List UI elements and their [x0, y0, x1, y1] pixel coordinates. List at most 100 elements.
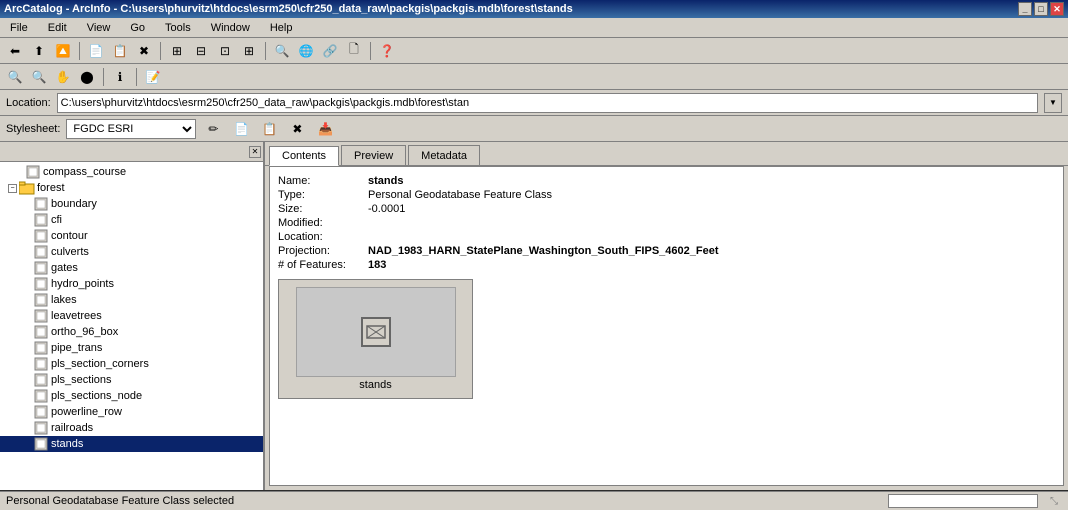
forward-button[interactable]: ⬆ [28, 40, 50, 62]
delete-button[interactable]: ✖ [133, 40, 155, 62]
tree-node-railroads[interactable]: railroads [0, 420, 263, 436]
icon-gates [33, 260, 49, 276]
zoom-in-button[interactable]: 🔍 [4, 66, 26, 88]
minimize-button[interactable]: _ [1018, 2, 1032, 16]
sep3 [265, 42, 266, 60]
tree-node-boundary[interactable]: boundary [0, 196, 263, 212]
metadata-button[interactable]: 📝 [142, 66, 164, 88]
btn-a[interactable]: ⊞ [166, 40, 188, 62]
icon-pls_sections [33, 372, 49, 388]
pan-button[interactable]: ✋ [52, 66, 74, 88]
expander-forest[interactable]: − [8, 184, 17, 193]
icon-leavetrees [33, 308, 49, 324]
icon-stands [33, 436, 49, 452]
copy-button[interactable]: 📄 [85, 40, 107, 62]
icon-cfi [33, 212, 49, 228]
icon-railroads [33, 420, 49, 436]
toolbar-1: ⬅ ⬆ 🔼 📄 📋 ✖ ⊞ ⊟ ⊡ ⊞ 🔍 🌐 🔗 🗋 ❓ [0, 38, 1068, 64]
meta-size-row: Size: -0.0001 [278, 203, 1055, 215]
stylesheet-edit-button[interactable]: ✏ [202, 119, 224, 139]
globe-button[interactable]: 🌐 [295, 40, 317, 62]
tree-node-pls_sections_node[interactable]: pls_sections_node [0, 388, 263, 404]
tree-node-forest[interactable]: −forest [0, 180, 263, 196]
close-button[interactable]: ✕ [1050, 2, 1064, 16]
tree-node-powerline_row[interactable]: powerline_row [0, 404, 263, 420]
tree-node-ortho_96_box[interactable]: ortho_96_box [0, 324, 263, 340]
resize-grip[interactable]: ⤡ [1046, 493, 1062, 509]
stylesheet-import-button[interactable]: 📥 [314, 119, 336, 139]
maximize-button[interactable]: □ [1034, 2, 1048, 16]
stylesheet-copy-button[interactable]: 📋 [258, 119, 280, 139]
menu-item-tools[interactable]: Tools [159, 20, 197, 36]
full-extent-button[interactable]: ⬤ [76, 66, 98, 88]
back-button[interactable]: ⬅ [4, 40, 26, 62]
tab-metadata[interactable]: Metadata [408, 145, 480, 165]
location-input[interactable] [57, 93, 1038, 113]
btn-c[interactable]: ⊡ [214, 40, 236, 62]
menu-item-window[interactable]: Window [205, 20, 256, 36]
tab-contents[interactable]: Contents [269, 146, 339, 166]
meta-modified-label: Modified: [278, 217, 368, 229]
help-button[interactable]: ❓ [376, 40, 398, 62]
icon-powerline_row [33, 404, 49, 420]
zoom-out-button[interactable]: 🔍 [28, 66, 50, 88]
tree-node-pipe_trans[interactable]: pipe_trans [0, 340, 263, 356]
paste-button[interactable]: 📋 [109, 40, 131, 62]
preview-label: stands [359, 379, 391, 391]
tree-node-compass_course[interactable]: compass_course [0, 164, 263, 180]
tab-preview[interactable]: Preview [341, 145, 406, 165]
stylesheet-delete-button[interactable]: ✖ [286, 119, 308, 139]
tree-node-pls_section_corners[interactable]: pls_section_corners [0, 356, 263, 372]
tree-node-leavetrees[interactable]: leavetrees [0, 308, 263, 324]
menu-item-file[interactable]: File [4, 20, 34, 36]
search-button[interactable]: 🔍 [271, 40, 293, 62]
icon-lakes [33, 292, 49, 308]
label-pls_section_corners: pls_section_corners [51, 358, 149, 370]
up-button[interactable]: 🔼 [52, 40, 74, 62]
label-powerline_row: powerline_row [51, 406, 122, 418]
icon-pipe_trans [33, 340, 49, 356]
sep5 [103, 68, 104, 86]
sep1 [79, 42, 80, 60]
menu-item-go[interactable]: Go [124, 20, 151, 36]
location-dropdown-button[interactable]: ▼ [1044, 93, 1062, 113]
identify-button[interactable]: ℹ [109, 66, 131, 88]
tree-node-contour[interactable]: contour [0, 228, 263, 244]
stylesheet-bar: Stylesheet: FGDC ESRI ✏ 📄 📋 ✖ 📥 [0, 116, 1068, 142]
tabs-bar: Contents Preview Metadata [265, 142, 1068, 166]
label-pipe_trans: pipe_trans [51, 342, 102, 354]
stylesheet-select[interactable]: FGDC ESRI [66, 119, 196, 139]
preview-thumbnail [296, 287, 456, 377]
tree-close-button[interactable]: ✕ [249, 146, 261, 158]
metadata-table: Name: stands Type: Personal Geodatabase … [278, 175, 1055, 271]
tree-node-stands[interactable]: stands [0, 436, 263, 452]
tree-panel-header: ✕ [0, 142, 263, 162]
tree-node-gates[interactable]: gates [0, 260, 263, 276]
sep6 [136, 68, 137, 86]
label-lakes: lakes [51, 294, 77, 306]
connect-button[interactable]: 🔗 [319, 40, 341, 62]
stylesheet-label: Stylesheet: [6, 123, 60, 135]
tree-node-hydro_points[interactable]: hydro_points [0, 276, 263, 292]
tree-node-pls_sections[interactable]: pls_sections [0, 372, 263, 388]
preview-placeholder-icon [361, 317, 391, 347]
meta-name-label: Name: [278, 175, 368, 187]
meta-size-value: -0.0001 [368, 203, 405, 215]
tree-node-cfi[interactable]: cfi [0, 212, 263, 228]
icon-pls_sections_node [33, 388, 49, 404]
meta-type-value: Personal Geodatabase Feature Class [368, 189, 552, 201]
menu-item-help[interactable]: Help [264, 20, 299, 36]
tree-node-culverts[interactable]: culverts [0, 244, 263, 260]
box-button[interactable]: 🗋 [343, 40, 365, 62]
menu-item-edit[interactable]: Edit [42, 20, 73, 36]
tree-node-lakes[interactable]: lakes [0, 292, 263, 308]
label-ortho_96_box: ortho_96_box [51, 326, 118, 338]
sep4 [370, 42, 371, 60]
stylesheet-new-button[interactable]: 📄 [230, 119, 252, 139]
btn-d[interactable]: ⊞ [238, 40, 260, 62]
btn-b[interactable]: ⊟ [190, 40, 212, 62]
label-culverts: culverts [51, 246, 89, 258]
status-text: Personal Geodatabase Feature Class selec… [6, 495, 880, 507]
sep2 [160, 42, 161, 60]
menu-item-view[interactable]: View [81, 20, 117, 36]
